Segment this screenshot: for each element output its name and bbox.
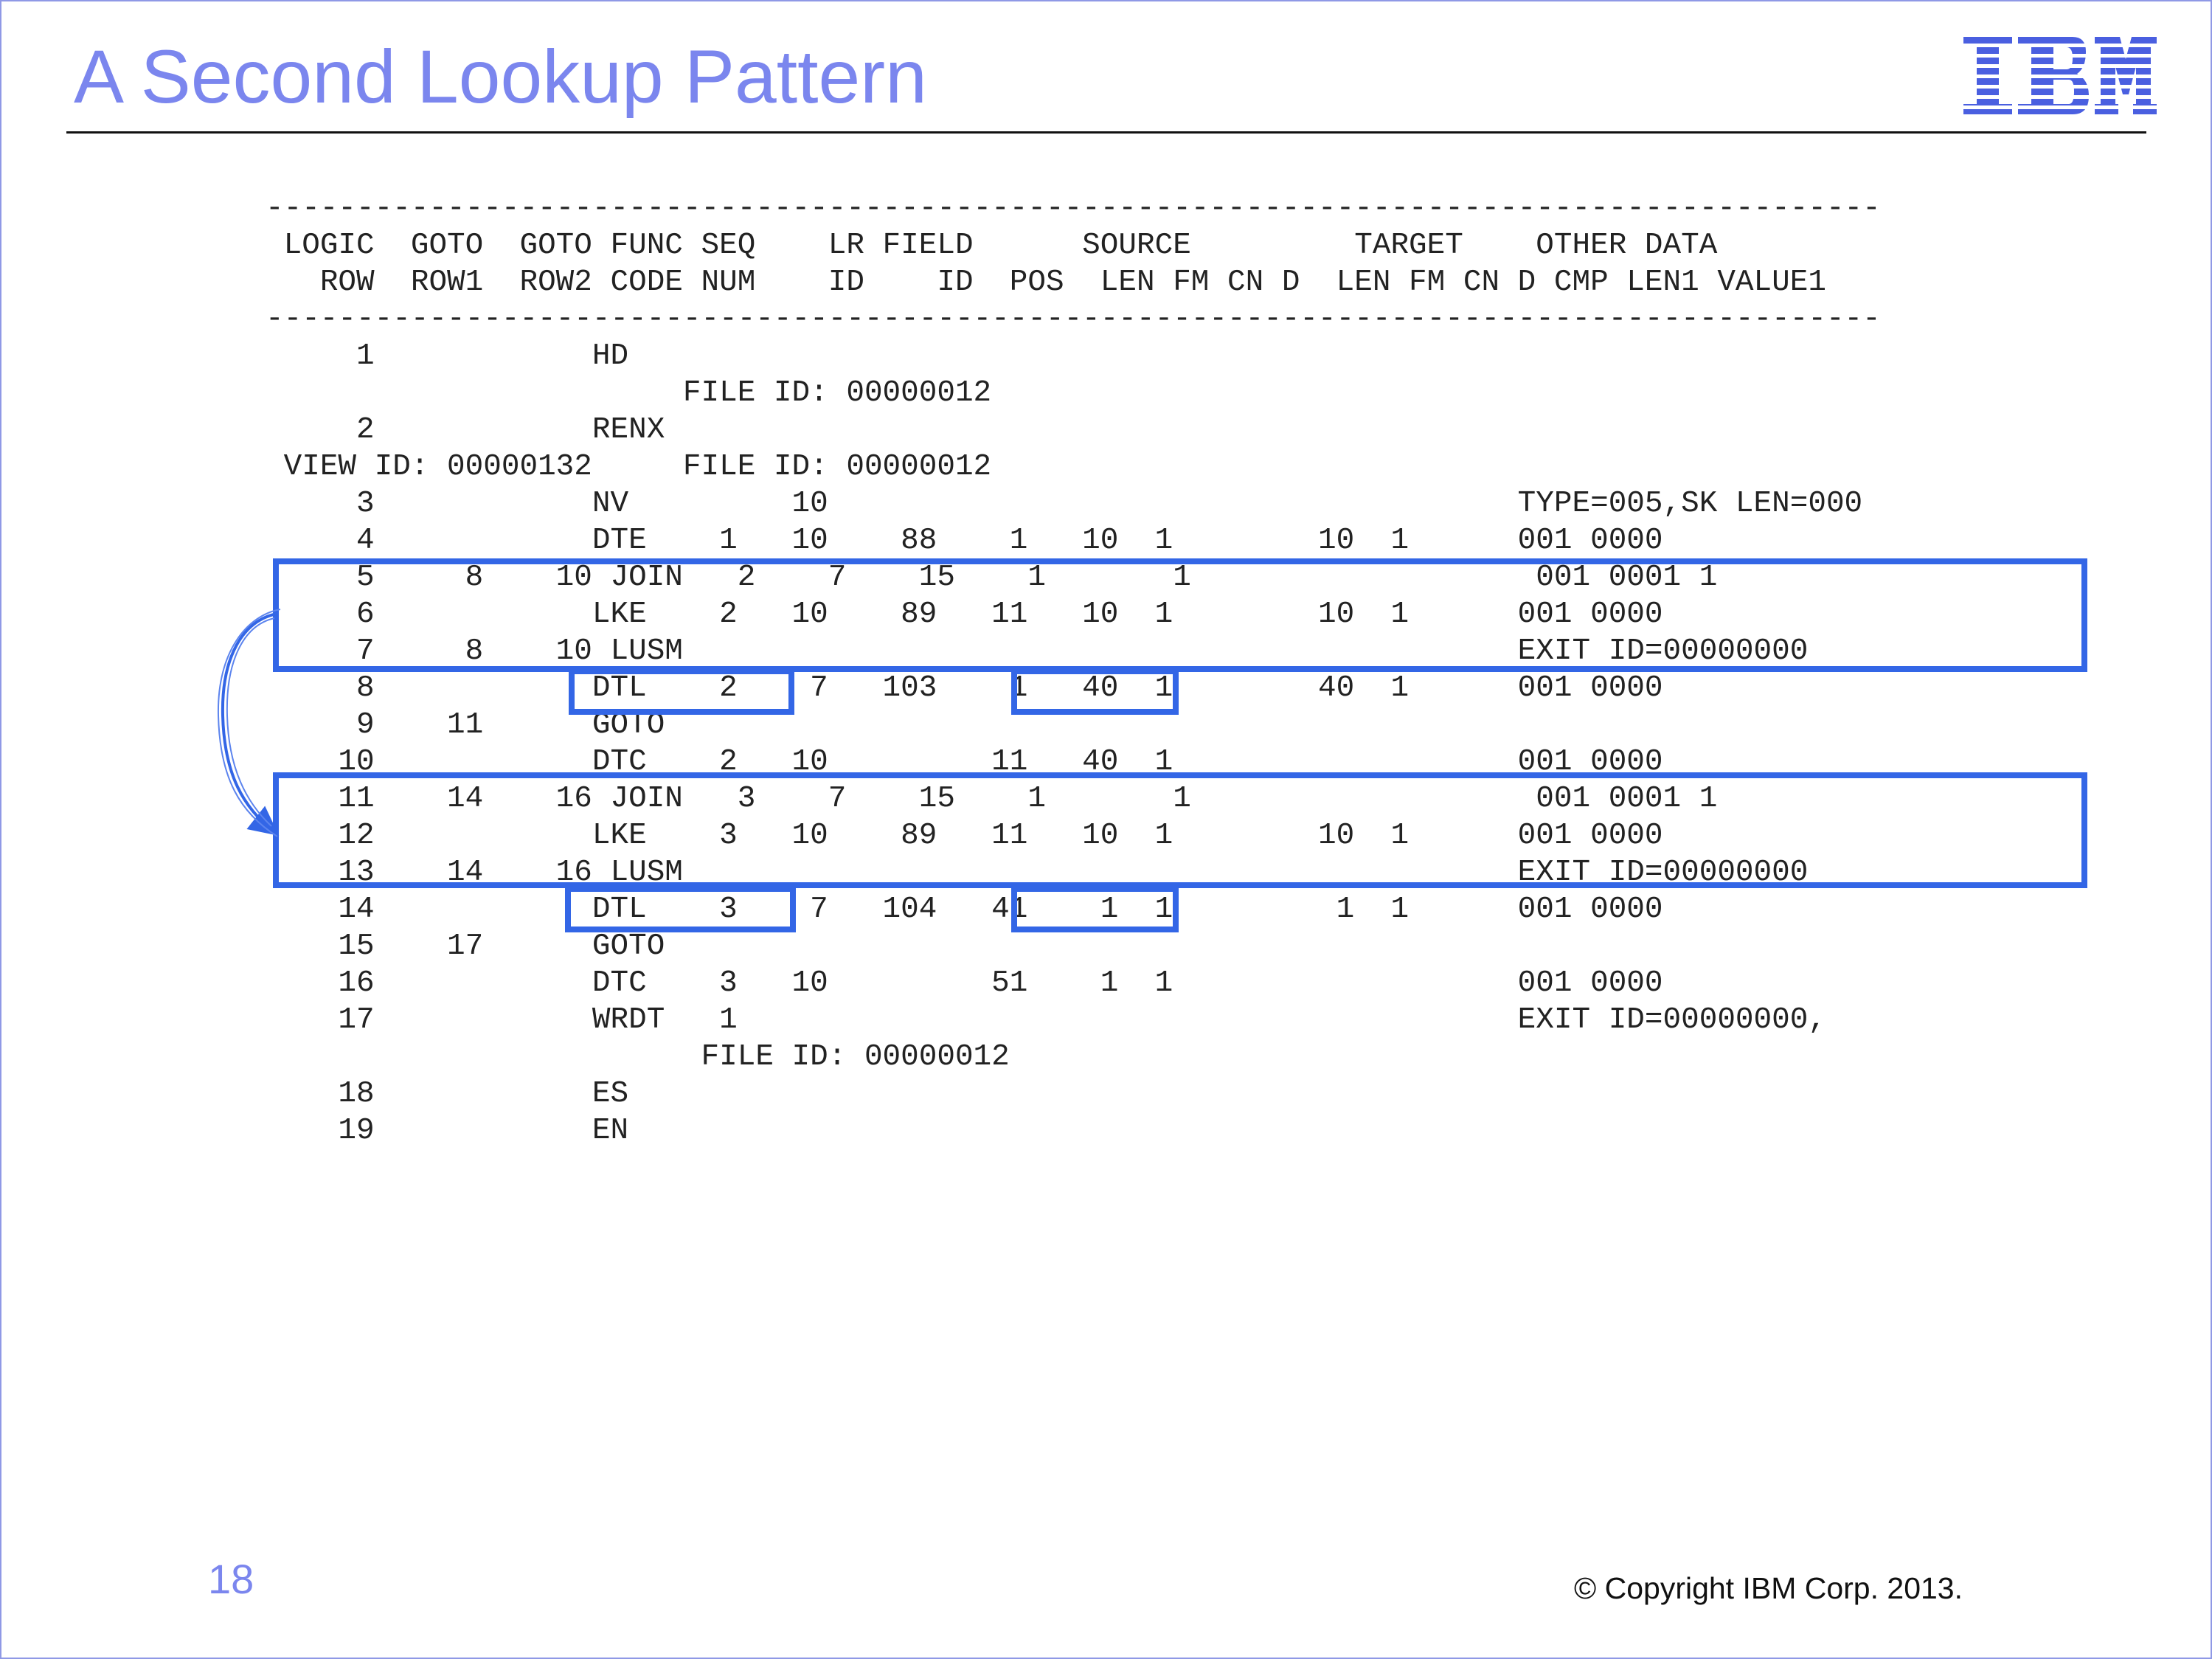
listing-row: 16 DTC 3 10 51 1 1 001 0000: [283, 966, 1663, 1000]
listing-row: FILE ID: 00000012: [283, 1040, 1010, 1074]
second-dtl-func-highlight: [565, 886, 796, 932]
first-dtl-source-highlight: [1011, 668, 1179, 715]
separator-bottom: ----------------------------------------…: [266, 302, 1881, 336]
slide-title: A Second Lookup Pattern: [74, 35, 927, 119]
listing-row: 8 DTL 2 7 103 1 40 1 40 1 001 0000: [283, 671, 1663, 705]
lookup-arrow: [207, 605, 295, 845]
first-lookup-highlight: [273, 558, 2087, 672]
header-line-2: ROW ROW1 ROW2 CODE NUM ID ID POS LEN FM …: [283, 266, 1826, 299]
header-line-1: LOGIC GOTO GOTO FUNC SEQ LR FIELD SOURCE…: [283, 229, 1718, 263]
listing-row: 14 DTL 3 7 104 41 1 1 1 1 001 0000: [283, 893, 1663, 927]
second-lookup-highlight: [273, 772, 2087, 888]
listing-row: 3 NV 10 TYPE=005,SK LEN=000: [283, 487, 1863, 521]
page-number: 18: [208, 1556, 254, 1602]
ibm-logo: [1962, 37, 2157, 118]
first-dtl-func-highlight: [569, 668, 794, 715]
listing-row: 19 EN: [283, 1114, 629, 1148]
copyright-notice: © Copyright IBM Corp. 2013.: [1574, 1571, 1963, 1605]
listing-row: 2 RENX: [283, 413, 665, 447]
listing-row: 4 DTE 1 10 88 1 10 1 10 1 001 0000: [283, 524, 1663, 558]
listing-row: 17 WRDT 1 EXIT ID=00000000,: [283, 1003, 1826, 1037]
listing-row: 15 17 GOTO: [283, 929, 665, 963]
second-dtl-source-highlight: [1011, 886, 1179, 932]
title-rule: [66, 131, 2146, 134]
separator-top: ----------------------------------------…: [266, 192, 1881, 226]
listing-row: 1 HD: [283, 339, 629, 373]
listing-row: FILE ID: 00000012: [283, 376, 992, 410]
listing-row: 18 ES: [283, 1077, 629, 1111]
listing-row: VIEW ID: 00000132 FILE ID: 00000012: [283, 450, 992, 484]
